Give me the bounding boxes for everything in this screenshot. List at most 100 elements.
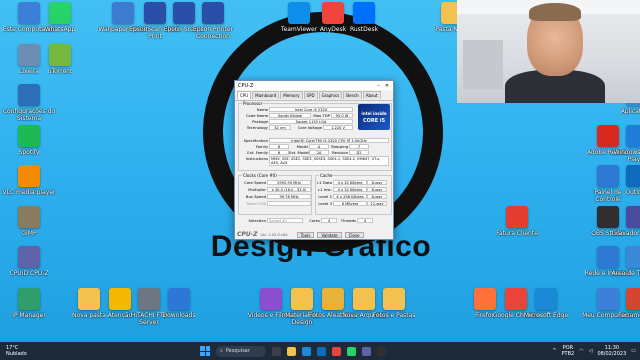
desktop-shortcut[interactable]: Epson Printer Connection [186, 2, 240, 54]
chevron-up-icon[interactable]: ^ [552, 348, 556, 354]
minimize-icon[interactable]: – [377, 83, 380, 89]
codename-label: Code Name [245, 113, 268, 118]
store-icon[interactable] [317, 346, 326, 356]
search-box[interactable]: ⌕ Pesquisar [216, 345, 266, 357]
corevoltage-label: Core Voltage [297, 125, 322, 130]
desktop-shortcut[interactable]: Fotos e Pastas [367, 288, 421, 340]
speaker-icon[interactable]: ◁ [589, 348, 593, 354]
tab-bench[interactable]: Bench [343, 91, 362, 99]
selection-dropdown[interactable]: Socket #1 [267, 218, 303, 223]
desktop-shortcut-label: Gravador de Tela [611, 230, 640, 237]
utorrent-icon [49, 44, 71, 66]
maxtdp-value: 95.0 W [331, 113, 353, 118]
extfamily-value: 6 [269, 150, 289, 155]
pdf-icon [506, 206, 528, 228]
tab-memory[interactable]: Memory [280, 91, 303, 99]
language-indicator[interactable]: POR PTB2 [562, 345, 575, 357]
desktop-shortcut-label: Spotify [18, 149, 40, 156]
desktop-shortcut-label: CPUID CPU-Z [9, 270, 49, 277]
cores-value: 4 [321, 218, 337, 223]
name-value: Intel Core i5 2320 [269, 107, 353, 112]
file-explorer-icon[interactable] [287, 346, 296, 356]
tab-spd[interactable]: SPD [303, 91, 318, 99]
vlc-icon [18, 165, 40, 187]
specification-label: Specification [243, 138, 268, 143]
rustdesk-icon [353, 2, 375, 24]
webcam-shelf [463, 40, 503, 90]
notification-icon[interactable]: ▭ [631, 348, 636, 354]
obs-taskbar-icon[interactable] [377, 346, 386, 356]
desktop-shortcut[interactable]: IP Manager [2, 288, 56, 340]
desktop-shortcut[interactable]: RustDesk [337, 2, 391, 54]
clock-date: 08/02/2023 [597, 351, 627, 357]
cpuz-version: Ver. 2.03.0.x64 [260, 232, 288, 237]
desktop-shortcut-label: Área de Trabalho [611, 270, 640, 277]
stepping-label: Stepping [331, 144, 348, 149]
cores-label: Cores [309, 218, 320, 223]
desktop-shortcut[interactable]: Fatura Cliente [490, 206, 544, 258]
desktop-shortcut-label: Configurações do Sistema [2, 108, 56, 122]
corespeed-label: Core Speed [244, 180, 266, 185]
cpuz-window[interactable]: CPU-Z – ✕ CPU Mainboard Memory SPD Graph… [234, 80, 394, 240]
edge-icon[interactable] [302, 346, 311, 356]
desktop-shortcut-label: IP Manager [12, 312, 46, 319]
l1i-label: L1 Inst. [318, 187, 332, 192]
wifi-icon[interactable]: ◠ [579, 348, 583, 354]
validate-button[interactable]: Validate [317, 231, 342, 238]
instructions-label: Instructions [245, 156, 268, 161]
weather-widget[interactable]: 17°C Nublado [6, 345, 27, 357]
ratedfsb-label: Rated FSB [246, 201, 266, 206]
tab-mainboard[interactable]: Mainboard [252, 91, 280, 99]
threads-value: 4 [357, 218, 373, 223]
revision-value: D2 [349, 150, 369, 155]
ratedfsb-value [267, 201, 311, 206]
threads-label: Threads [340, 218, 356, 223]
instructions-value: MMX, SSE, SSE2, SSE3, SSSE3, SSE4.1, SSE… [269, 156, 389, 166]
desktop-shortcut[interactable]: Ferramentas [610, 288, 640, 340]
weather-desc: Nublado [6, 351, 27, 357]
desktop-shortcut-label: Outlook [625, 189, 640, 196]
whatsapp-icon [49, 2, 71, 24]
cpuz-icon [18, 246, 40, 268]
desktop-shortcut-label: Windows Media Player [613, 149, 640, 163]
desktop-shortcut-label: VLC media player [2, 189, 56, 196]
clocks-group-title: Clocks (Core #0) [242, 173, 278, 178]
tab-about[interactable]: About [362, 91, 381, 99]
close-button[interactable]: Close [344, 231, 364, 238]
selection-label: Selection [248, 218, 267, 223]
tools-icon [626, 288, 640, 310]
desktop-shortcut-label: Fotos e Pastas [372, 312, 416, 319]
search-placeholder: Pesquisar [225, 348, 250, 354]
desktop-shortcut-label: Microsoft Edge [523, 312, 569, 319]
windows-start-icon[interactable] [200, 346, 210, 356]
chrome-icon[interactable] [332, 346, 341, 356]
whatsapp-taskbar-icon[interactable] [347, 346, 356, 356]
model-value: A [309, 144, 329, 149]
desktop-shortcut-label: WhatsApp [44, 26, 76, 33]
intel-badge-text: intel inside [361, 110, 387, 116]
cpuz-tabs: CPU Mainboard Memory SPD Graphics Bench … [235, 90, 393, 101]
cpuz-titlebar[interactable]: CPU-Z – ✕ [235, 81, 393, 90]
clock[interactable]: 11:30 08/02/2023 [597, 345, 626, 357]
stepping-value: 7 [349, 144, 369, 149]
l1i-way: 8-way [367, 187, 387, 192]
processor-group-title: Processor [242, 101, 264, 106]
desktop-shortcut[interactable]: Microsoft Edge [519, 288, 573, 340]
multiplier-value: x 30.0 (16.0 - 33.0) [267, 187, 311, 192]
task-view-icon[interactable] [272, 346, 281, 356]
close-icon[interactable]: ✕ [385, 83, 389, 89]
package-label: Package [252, 119, 268, 124]
webcam-overlay [457, 0, 640, 103]
desktop-shortcut-label: uTorrent [47, 68, 73, 75]
corespeed-value: 2992.90 MHz [267, 180, 311, 185]
name-label: Name [256, 107, 268, 112]
tab-graphics[interactable]: Graphics [318, 91, 343, 99]
download-icon [168, 288, 190, 310]
l1d-label: L1 Data [317, 180, 332, 185]
family-value: 6 [269, 144, 289, 149]
tab-cpu[interactable]: CPU [237, 91, 252, 99]
intel-core-text: CORE i5 [362, 117, 386, 124]
cpuz-taskbar-icon[interactable] [362, 346, 371, 356]
desktop-shortcut[interactable]: Downloads [152, 288, 206, 340]
tools-button[interactable]: Tools [296, 231, 315, 238]
